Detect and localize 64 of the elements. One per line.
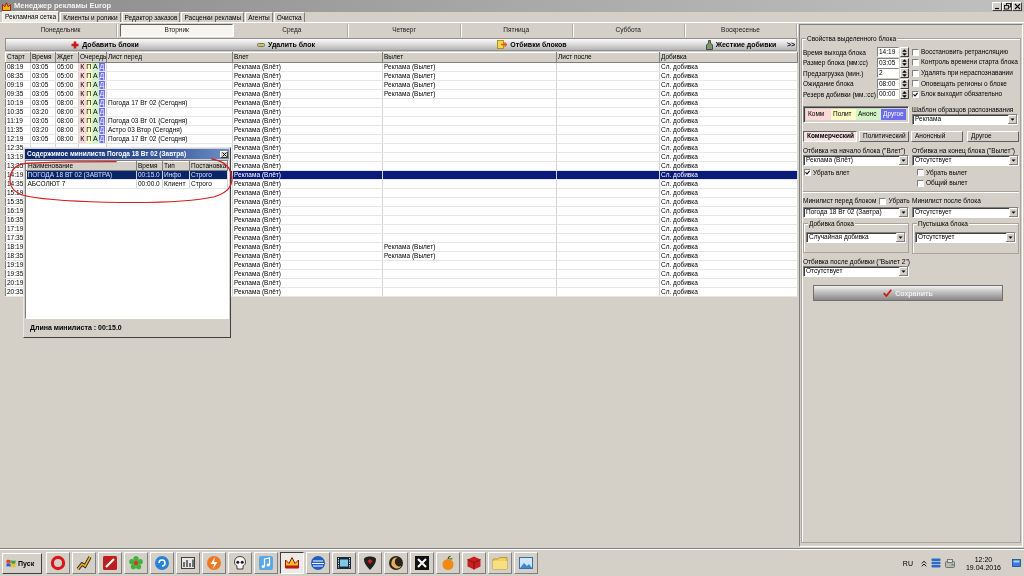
chevron-icon	[920, 559, 927, 567]
checkbox[interactable]	[917, 180, 924, 188]
taskbar-button[interactable]	[280, 552, 304, 574]
check-icon	[913, 91, 918, 97]
up-down-arrows-icon	[902, 69, 907, 77]
up-down-arrows-icon	[902, 90, 907, 98]
ring-icon	[50, 555, 66, 571]
checkbox[interactable]	[912, 80, 919, 88]
show-desktop-button[interactable]	[1012, 559, 1021, 567]
striped-circle-icon	[310, 555, 326, 571]
caret-icon	[899, 208, 908, 218]
lightning-icon	[206, 555, 222, 571]
swirl-icon	[154, 555, 170, 571]
caret-icon	[899, 267, 908, 277]
bottle-icon	[705, 39, 713, 50]
check-icon	[883, 289, 893, 298]
checkbox[interactable]	[917, 169, 924, 177]
picture-icon	[518, 555, 534, 571]
crescent-icon	[388, 555, 404, 571]
cross-tile-icon	[414, 555, 430, 571]
caret-icon	[1006, 233, 1015, 243]
restore-icon	[1003, 2, 1011, 10]
checkbox[interactable]	[912, 69, 919, 77]
caret-icon	[1008, 114, 1017, 124]
note-icon	[258, 555, 274, 571]
fruit-icon	[440, 555, 456, 571]
crown-icon	[284, 555, 300, 571]
spin-button[interactable]	[900, 89, 909, 100]
checkbox[interactable]	[879, 198, 887, 206]
caret-icon	[899, 155, 908, 165]
slash-tile-icon	[102, 555, 118, 571]
document-arrow-icon	[497, 40, 508, 49]
skull-icon	[232, 555, 248, 571]
cube-icon	[466, 555, 482, 571]
screen-icon	[1012, 559, 1021, 567]
up-down-arrows-icon	[902, 59, 907, 67]
close-icon	[221, 151, 227, 157]
spin-button[interactable]	[900, 47, 909, 57]
folder-icon	[492, 555, 508, 571]
close-button[interactable]	[220, 150, 228, 158]
up-down-arrows-icon	[902, 48, 907, 56]
minus-icon	[257, 42, 265, 47]
checkbox[interactable]	[912, 90, 919, 98]
close-icon	[1013, 2, 1021, 10]
show-hidden-button[interactable]	[920, 559, 927, 567]
zigzag-icon	[76, 555, 92, 571]
meter-icon	[180, 555, 196, 571]
film-icon	[336, 555, 352, 571]
check-icon	[805, 170, 810, 176]
checkbox[interactable]	[912, 48, 919, 56]
caret-icon	[1009, 155, 1018, 165]
plus-icon	[71, 40, 80, 49]
caret-icon	[896, 233, 905, 243]
checkbox[interactable]	[912, 59, 919, 67]
crown-icon	[2, 1, 11, 11]
up-down-arrows-icon	[902, 80, 907, 88]
checkbox[interactable]	[804, 169, 811, 177]
close-button[interactable]	[1012, 1, 1022, 11]
printer-icon[interactable]	[944, 558, 955, 568]
flower-icon	[128, 555, 144, 571]
pick-icon	[362, 555, 378, 571]
flag-icon	[6, 558, 16, 568]
restore-button[interactable]	[1002, 1, 1012, 11]
caret-icon	[1009, 208, 1018, 218]
